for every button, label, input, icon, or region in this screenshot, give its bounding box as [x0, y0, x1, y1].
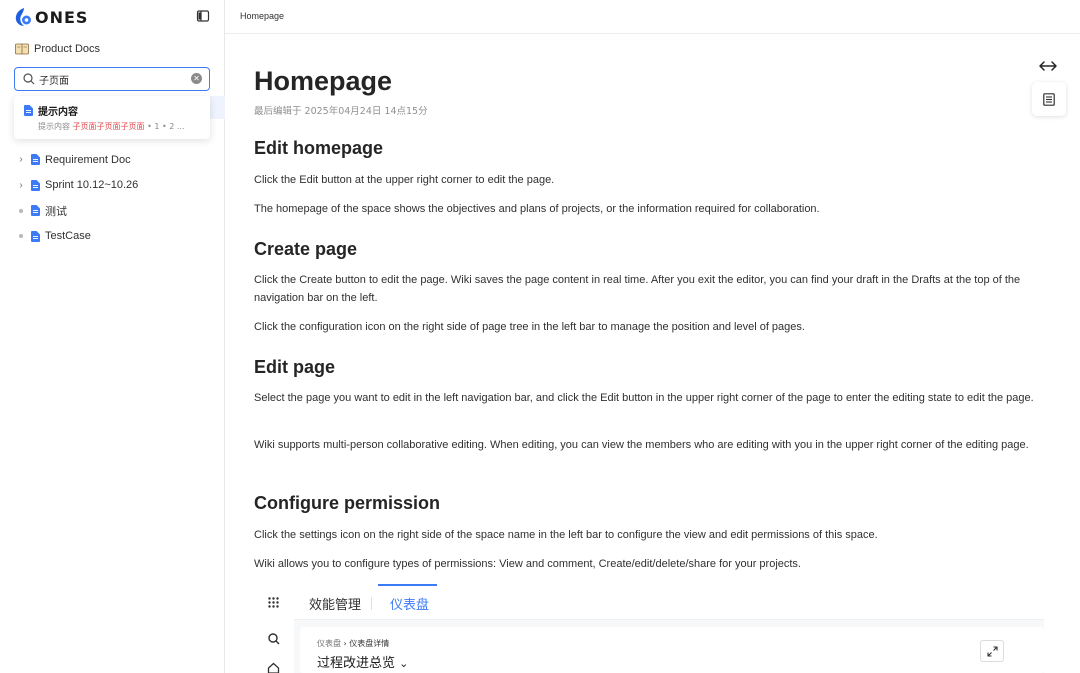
section-paragraph: Click the settings icon on the right sid…: [254, 529, 878, 541]
section-heading: Configure permission: [254, 493, 441, 513]
top-bar: Homepage: [225, 0, 1080, 34]
section-heading: Create page: [254, 239, 358, 259]
logo[interactable]: ONES: [14, 6, 88, 28]
list-icon: [1043, 92, 1055, 106]
crumb-current: 仪表盘详情: [349, 639, 390, 648]
expand-button: [980, 640, 1004, 662]
crumb-parent: 仪表盘: [317, 639, 341, 648]
search-suggestions: 提示内容 提示内容 子页面子页面子页面 • 1 • 2 ...: [14, 96, 210, 139]
embedded-breadcrumb: 仪表盘 › 仪表盘详情: [317, 638, 389, 649]
tree-item-label: TestCase: [45, 230, 91, 243]
suggestion-item[interactable]: 提示内容 提示内容 子页面子页面子页面 • 1 • 2 ...: [14, 96, 210, 139]
brand-name: ONES: [35, 7, 89, 27]
ones-logo-icon: [15, 8, 31, 26]
document-icon: [31, 179, 40, 191]
section-heading: Edit homepage: [254, 138, 384, 158]
section-paragraph: Wiki allows you to configure types of pe…: [254, 558, 801, 570]
search-input[interactable]: [39, 73, 185, 85]
chevron-down-icon: ⌄: [399, 657, 409, 670]
page-title: Homepage: [254, 66, 393, 96]
suggestion-title: 提示内容: [38, 107, 78, 118]
apps-grid-icon: [268, 597, 279, 608]
tree-item-label: 测试: [45, 205, 67, 218]
section-paragraph: Wiki supports multi-person collaborative…: [254, 439, 1029, 451]
document-icon: [31, 230, 40, 242]
search-box[interactable]: ✕: [14, 67, 210, 91]
tab-separator: [371, 597, 372, 610]
embedded-tabs: 效能管理 仪表盘: [294, 584, 1044, 620]
space-title[interactable]: Product Docs: [15, 41, 100, 57]
page-tree: › Requirement Doc › Sprint 10.12~10.26 测试 Tes…: [0, 147, 224, 249]
embedded-search-icon: [268, 633, 280, 645]
document-icon: [24, 105, 33, 116]
tree-item[interactable]: › Sprint 10.12~10.26: [0, 173, 224, 199]
tab-dashboard: 仪表盘: [390, 598, 430, 613]
chevron-right-icon[interactable]: ›: [16, 154, 26, 165]
expand-icon: [986, 645, 998, 657]
snippet-suffix: • 1 • 2 ...: [144, 122, 185, 131]
embedded-title-text: 过程改进总览: [317, 656, 396, 671]
table-of-contents-button[interactable]: [1032, 82, 1066, 116]
section-paragraph: Select the page you want to edit in the …: [254, 392, 1034, 404]
embedded-rail: [254, 584, 294, 673]
collapse-sidebar-icon[interactable]: [196, 9, 210, 23]
document-icon: [31, 154, 40, 166]
leaf-dot-icon: [16, 234, 26, 239]
tree-item[interactable]: 测试: [0, 198, 224, 224]
document-icon: [31, 205, 40, 217]
home-icon: [267, 662, 280, 673]
active-tab-indicator: [378, 584, 437, 586]
breadcrumb[interactable]: Homepage: [240, 11, 284, 21]
search-icon: [23, 73, 35, 85]
suggestion-snippet: 提示内容 子页面子页面子页面 • 1 • 2 ...: [38, 121, 206, 132]
tree-item[interactable]: › Requirement Doc: [0, 147, 224, 173]
snippet-prefix: 提示内容: [38, 122, 73, 131]
embedded-main: 效能管理 仪表盘 仪表盘 › 仪表盘详情 过程改进总览 ⌄: [294, 584, 1044, 673]
embedded-screenshot: 效能管理 仪表盘 仪表盘 › 仪表盘详情 过程改进总览 ⌄: [254, 584, 1044, 673]
section-paragraph: Click the Edit button at the upper right…: [254, 174, 555, 186]
clear-search-icon[interactable]: ✕: [191, 73, 202, 84]
snippet-highlight: 子页面子页面子页面: [72, 122, 145, 131]
section-paragraph: The homepage of the space shows the obje…: [254, 203, 820, 215]
tree-item-label: Sprint 10.12~10.26: [45, 179, 139, 192]
space-name: Product Docs: [34, 43, 101, 55]
selection-highlight: [210, 96, 225, 119]
section-paragraph: Click the Create button to edit the page…: [254, 274, 1021, 304]
section-paragraph: Click the configuration icon on the righ…: [254, 321, 805, 333]
last-edited: 最后编辑于 2025年04月24日 14点15分: [254, 106, 428, 117]
tree-item-label: Requirement Doc: [45, 153, 131, 166]
chevron-right-icon[interactable]: ›: [16, 180, 26, 191]
section-heading: Edit page: [254, 357, 336, 377]
book-icon: [15, 43, 29, 55]
leaf-dot-icon: [16, 208, 26, 213]
embedded-card: 仪表盘 › 仪表盘详情 过程改进总览 ⌄: [300, 627, 1044, 673]
full-width-arrows-icon[interactable]: [1038, 60, 1058, 72]
tree-item[interactable]: TestCase: [0, 224, 224, 250]
tab-efficiency: 效能管理: [309, 598, 362, 613]
embedded-title: 过程改进总览 ⌄: [317, 652, 408, 671]
